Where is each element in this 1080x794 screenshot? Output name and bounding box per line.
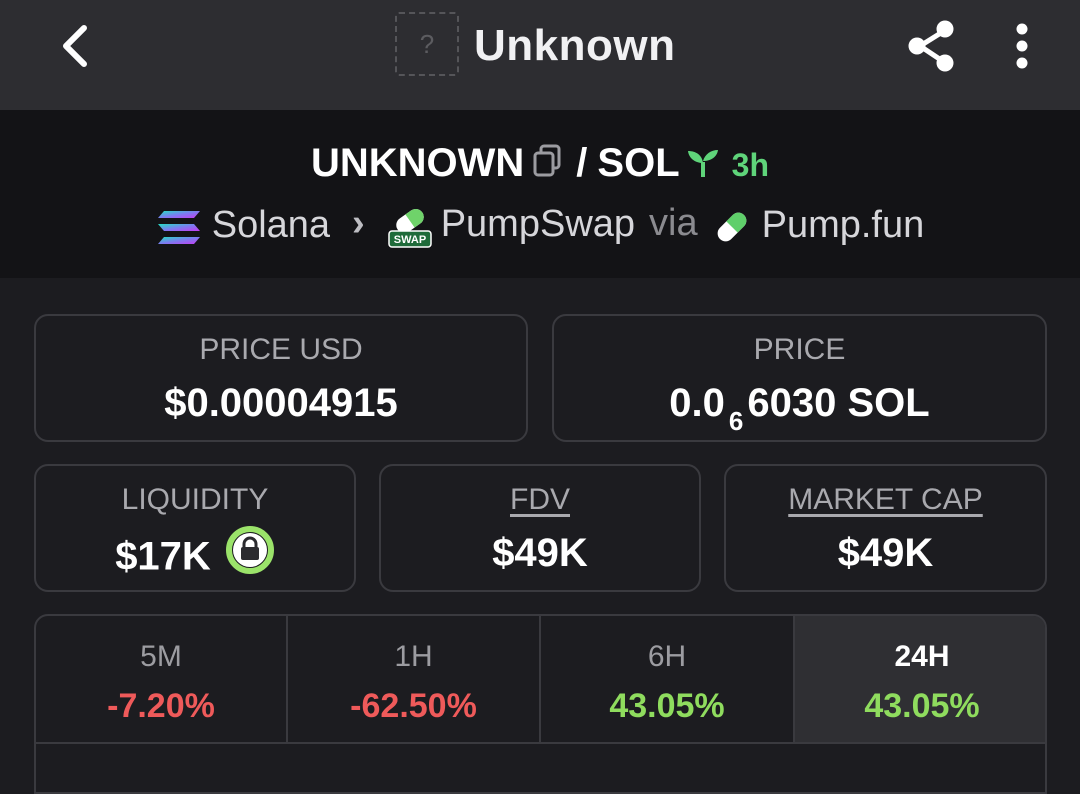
market-cap-value: $49K [837, 531, 934, 575]
tab-label: 24H [894, 640, 950, 673]
launchpad-link[interactable]: Pump.fun [712, 202, 925, 248]
pair-header: UNKNOWN / SOL 3h Solana › SWAP PumpSwap … [0, 110, 1080, 278]
back-button[interactable] [48, 20, 100, 72]
tab-1h[interactable]: 1H -62.50% [288, 616, 541, 744]
dex-badge-text: SWAP [394, 234, 426, 246]
dex-link[interactable]: SWAP PumpSwap [387, 201, 635, 249]
liquidity-label: LIQUIDITY [121, 483, 269, 516]
fdv-card[interactable]: FDV $49K [379, 464, 701, 592]
tab-24h[interactable]: 24H 43.05% [795, 616, 1045, 744]
lock-icon [225, 526, 274, 574]
price-zero-count: 6 [728, 406, 744, 436]
sprout-icon [686, 142, 720, 188]
pair-age: 3h [731, 147, 769, 183]
price-change: 43.05% [864, 687, 980, 725]
quote-symbol: SOL [597, 141, 680, 185]
chain-link[interactable]: Solana [156, 202, 330, 248]
price-usd-card: PRICE USD $0.00004915 [34, 314, 528, 442]
price-native-card: PRICE 0.0 6 6030 SOL [552, 314, 1047, 442]
market-cap-label[interactable]: MARKET CAP [726, 480, 1045, 520]
fdv-label[interactable]: FDV [381, 480, 699, 520]
pumpfun-logo-icon [717, 212, 746, 242]
timeframe-tabs: 5M -7.20% 1H -62.50% 6H 43.05% 24H 43.05… [34, 614, 1047, 794]
price-usd-label: PRICE USD [199, 333, 363, 366]
market-cap-card[interactable]: MARKET CAP $49K [724, 464, 1047, 592]
page-title: Unknown [474, 21, 676, 70]
tab-label: 6H [647, 640, 687, 673]
price-prefix: 0.0 [669, 381, 725, 425]
pair-separator: / [576, 141, 588, 185]
tab-5m[interactable]: 5M -7.20% [36, 616, 288, 744]
chevron-right-icon: › [352, 202, 365, 244]
price-usd-value: $0.00004915 [164, 381, 398, 425]
tab-label: 1H [394, 640, 433, 673]
more-button[interactable] [1000, 20, 1044, 72]
price-change: -62.50% [350, 687, 477, 725]
share-button[interactable] [902, 16, 962, 76]
liquidity-lock-button[interactable] [225, 525, 275, 587]
share-icon [908, 20, 954, 72]
price-suffix: 6030 SOL [747, 381, 930, 425]
back-arrow-icon [63, 25, 87, 67]
tab-6h[interactable]: 6H 43.05% [541, 616, 795, 744]
copy-icon [533, 144, 561, 177]
price-label: PRICE [753, 333, 846, 366]
copy-address-button[interactable] [532, 142, 562, 188]
pair-title: UNKNOWN / SOL 3h [0, 140, 1080, 188]
token-placeholder-icon: ? [395, 12, 459, 76]
price-native-value: 0.0 6 6030 SOL [554, 378, 1045, 436]
liquidity-value: $17K [115, 534, 211, 579]
price-change: 43.05% [609, 687, 725, 725]
price-change: -7.20% [107, 687, 215, 725]
dex-name: PumpSwap [440, 202, 636, 245]
liquidity-value-row: $17K [36, 525, 354, 590]
more-vertical-icon [1016, 23, 1028, 69]
chain-name: Solana [211, 203, 331, 246]
tab-label: 5M [140, 640, 182, 673]
chain-breadcrumb: Solana › SWAP PumpSwap via Pump.fun [0, 200, 1080, 249]
launchpad-name: Pump.fun [761, 203, 925, 246]
pumpswap-logo-icon: SWAP [387, 208, 432, 248]
placeholder-glyph: ? [419, 28, 435, 59]
liquidity-card: LIQUIDITY $17K [34, 464, 356, 592]
base-symbol: UNKNOWN [310, 141, 525, 185]
top-bar: ? Unknown [0, 0, 1080, 110]
via-label: via [649, 202, 698, 244]
fdv-value: $49K [492, 531, 588, 575]
solana-logo-icon [157, 210, 200, 244]
